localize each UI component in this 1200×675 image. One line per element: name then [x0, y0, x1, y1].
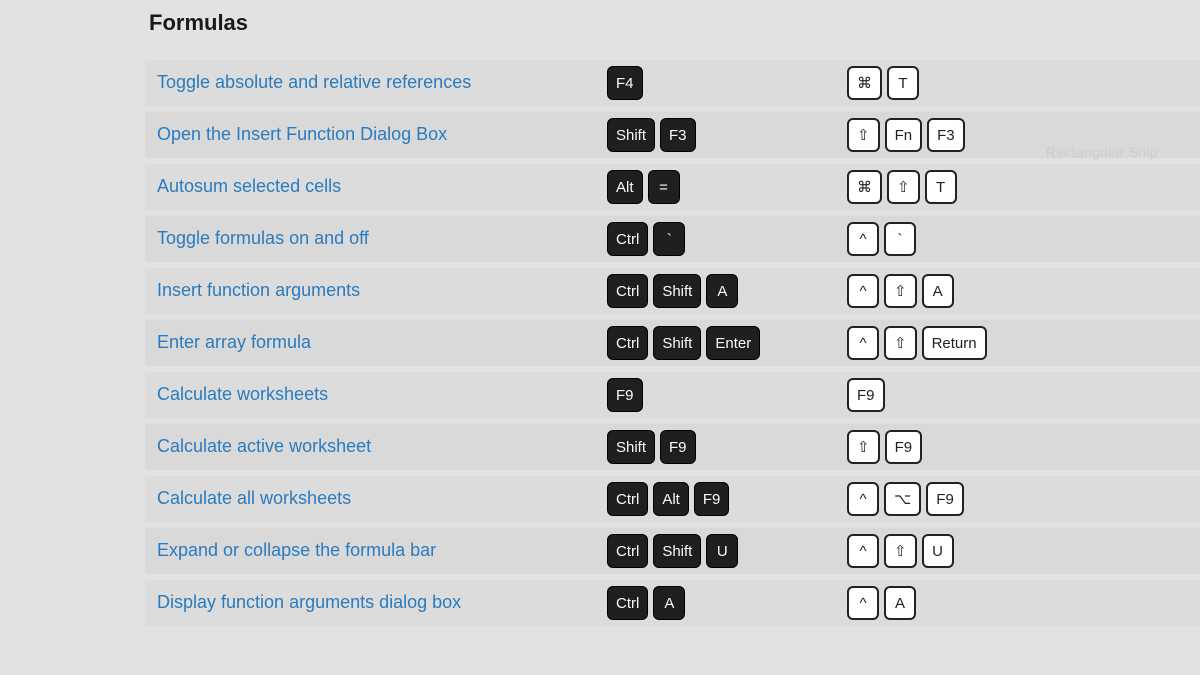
key-f9-win: F9 [660, 430, 696, 464]
key-ctrl-win: Ctrl [607, 482, 648, 516]
key-t-mac: T [887, 66, 919, 100]
key--win: ` [653, 222, 685, 256]
key--mac: ⇧ [847, 118, 880, 152]
key-u-win: U [706, 534, 738, 568]
shortcut-row: Calculate worksheetsF9F9 [145, 372, 1200, 418]
key--mac: ^ [847, 482, 879, 516]
key-a-win: A [706, 274, 738, 308]
windows-keys: CtrlShiftEnter [607, 326, 847, 360]
mac-keys: ^` [847, 222, 916, 256]
key-enter-win: Enter [706, 326, 760, 360]
mac-keys: ⌘⇧T [847, 170, 957, 204]
shortcut-description[interactable]: Enter array formula [145, 333, 607, 353]
key-shift-win: Shift [607, 118, 655, 152]
shortcut-description[interactable]: Open the Insert Function Dialog Box [145, 125, 607, 145]
key--mac: ⌘ [847, 66, 882, 100]
section-heading: Formulas [149, 10, 1200, 36]
key--mac: ⌥ [884, 482, 921, 516]
key--mac: ^ [847, 222, 879, 256]
windows-keys: CtrlA [607, 586, 847, 620]
key-t-mac: T [925, 170, 957, 204]
key--mac: ^ [847, 274, 879, 308]
key-f9-win: F9 [607, 378, 643, 412]
key--mac: ⌘ [847, 170, 882, 204]
shortcut-description[interactable]: Calculate all worksheets [145, 489, 607, 509]
windows-keys: ShiftF3 [607, 118, 847, 152]
shortcut-row: Calculate active worksheetShiftF9⇧F9 [145, 424, 1200, 470]
mac-keys: ^⇧Return [847, 326, 987, 360]
key--mac: ^ [847, 586, 879, 620]
windows-keys: CtrlAltF9 [607, 482, 847, 516]
shortcut-row: Enter array formulaCtrlShiftEnter^⇧Retur… [145, 320, 1200, 366]
key-a-mac: A [884, 586, 916, 620]
shortcut-row: Toggle formulas on and offCtrl`^` [145, 216, 1200, 262]
shortcut-description[interactable]: Display function arguments dialog box [145, 593, 607, 613]
key--mac: ^ [847, 534, 879, 568]
mac-keys: ⇧F9 [847, 430, 922, 464]
mac-keys: ^⌥F9 [847, 482, 964, 516]
key--mac: ⇧ [887, 170, 920, 204]
key--mac: ^ [847, 326, 879, 360]
mac-keys: ^A [847, 586, 916, 620]
windows-keys: F4 [607, 66, 847, 100]
key--mac: ⇧ [884, 326, 917, 360]
key-shift-win: Shift [653, 274, 701, 308]
key--mac: ⇧ [847, 430, 880, 464]
windows-keys: Ctrl` [607, 222, 847, 256]
key-ctrl-win: Ctrl [607, 222, 648, 256]
key-a-mac: A [922, 274, 954, 308]
shortcut-description[interactable]: Toggle absolute and relative references [145, 73, 607, 93]
shortcut-description[interactable]: Calculate active worksheet [145, 437, 607, 457]
mac-keys: F9 [847, 378, 885, 412]
key--mac: ` [884, 222, 916, 256]
windows-keys: CtrlShiftU [607, 534, 847, 568]
shortcut-description[interactable]: Toggle formulas on and off [145, 229, 607, 249]
key-u-mac: U [922, 534, 954, 568]
shortcut-row: Autosum selected cellsAlt=⌘⇧T [145, 164, 1200, 210]
shortcut-row: Display function arguments dialog boxCtr… [145, 580, 1200, 626]
windows-keys: F9 [607, 378, 847, 412]
mac-keys: ^⇧U [847, 534, 954, 568]
shortcut-row: Expand or collapse the formula barCtrlSh… [145, 528, 1200, 574]
key--win: = [648, 170, 680, 204]
key-f4-win: F4 [607, 66, 643, 100]
key--mac: ⇧ [884, 274, 917, 308]
windows-keys: Alt= [607, 170, 847, 204]
shortcut-description[interactable]: Autosum selected cells [145, 177, 607, 197]
shortcut-row: Toggle absolute and relative referencesF… [145, 60, 1200, 106]
key--mac: ⇧ [884, 534, 917, 568]
shortcut-row: Insert function argumentsCtrlShiftA^⇧A [145, 268, 1200, 314]
key-ctrl-win: Ctrl [607, 534, 648, 568]
key-shift-win: Shift [653, 326, 701, 360]
key-ctrl-win: Ctrl [607, 586, 648, 620]
windows-keys: CtrlShiftA [607, 274, 847, 308]
key-shift-win: Shift [653, 534, 701, 568]
key-alt-win: Alt [653, 482, 689, 516]
key-ctrl-win: Ctrl [607, 274, 648, 308]
key-f3-mac: F3 [927, 118, 965, 152]
shortcut-description[interactable]: Expand or collapse the formula bar [145, 541, 607, 561]
shortcut-table: Toggle absolute and relative referencesF… [145, 60, 1200, 626]
shortcut-description[interactable]: Insert function arguments [145, 281, 607, 301]
mac-keys: ⌘T [847, 66, 919, 100]
key-a-win: A [653, 586, 685, 620]
key-f9-mac: F9 [926, 482, 964, 516]
mac-keys: ^⇧A [847, 274, 954, 308]
mac-keys: ⇧FnF3 [847, 118, 965, 152]
shortcut-row: Calculate all worksheetsCtrlAltF9^⌥F9 [145, 476, 1200, 522]
key-f9-mac: F9 [847, 378, 885, 412]
key-fn-mac: Fn [885, 118, 923, 152]
key-shift-win: Shift [607, 430, 655, 464]
key-return-mac: Return [922, 326, 987, 360]
key-ctrl-win: Ctrl [607, 326, 648, 360]
key-alt-win: Alt [607, 170, 643, 204]
shortcut-row: Open the Insert Function Dialog BoxShift… [145, 112, 1200, 158]
key-f9-win: F9 [694, 482, 730, 516]
watermark-text: Rectangular Snip [1046, 144, 1158, 160]
key-f3-win: F3 [660, 118, 696, 152]
key-f9-mac: F9 [885, 430, 923, 464]
windows-keys: ShiftF9 [607, 430, 847, 464]
shortcut-description[interactable]: Calculate worksheets [145, 385, 607, 405]
